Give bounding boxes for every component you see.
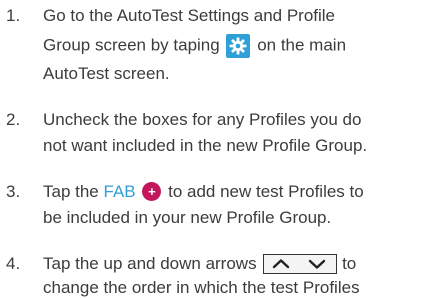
step-text-line: AutoTest screen. xyxy=(43,64,170,83)
fab-link[interactable]: FAB xyxy=(104,182,136,201)
step-text-line: be included in your new Profile Group. xyxy=(43,208,332,227)
step-text-line: change the order in which the test Profi… xyxy=(43,278,360,297)
step-number: 1. xyxy=(6,6,21,25)
step-number: 3. xyxy=(6,182,21,201)
step-text-fragment: on the main xyxy=(257,35,347,55)
step-text-fragment: to add new test Profiles to xyxy=(168,182,364,201)
step-text-fragment: Tap the up and down arrows xyxy=(43,254,257,273)
step-text-line: Uncheck the boxes for any Profiles you d… xyxy=(43,110,362,129)
step-text-line: Group screen by taping on the main xyxy=(43,34,346,58)
instruction-list: 1. Go to the AutoTest Settings and Profi… xyxy=(0,0,437,297)
step-text-line: Go to the AutoTest Settings and Profile xyxy=(43,6,336,25)
step-text-line: Tap the FAB + to add new test Profiles t… xyxy=(43,182,364,202)
step-number: 4. xyxy=(6,254,21,273)
step-text-line: not want included in the new Profile Gro… xyxy=(43,136,368,155)
step-number: 2. xyxy=(6,110,21,129)
step-text-fragment: to xyxy=(342,254,357,273)
gear-icon xyxy=(226,34,251,58)
step-text-fragment: Tap the xyxy=(43,182,99,201)
step-text-line: Tap the up and down arrows to xyxy=(43,253,357,275)
step-text-fragment: Group screen by taping xyxy=(43,35,220,55)
plus-circle-icon: + xyxy=(142,182,162,202)
up-down-arrows-icon xyxy=(263,253,338,274)
